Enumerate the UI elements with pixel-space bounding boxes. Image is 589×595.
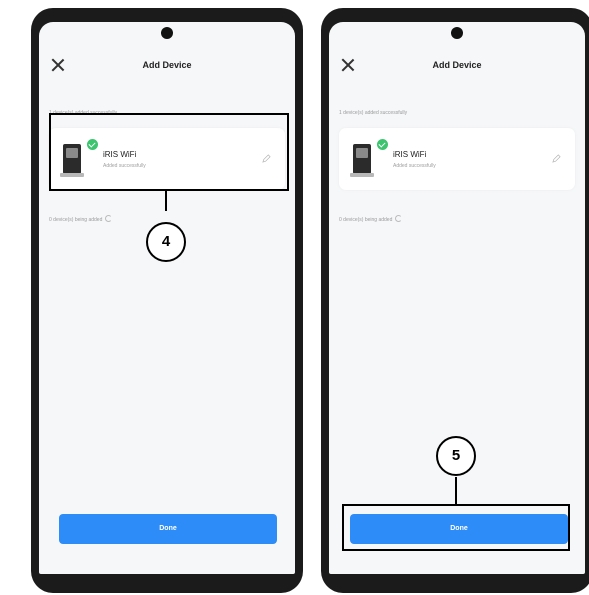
callout-connector	[455, 477, 457, 504]
adding-count-label: 0 device(s) being added	[49, 215, 113, 223]
device-status: Added successfully	[393, 163, 436, 169]
check-icon	[376, 138, 389, 151]
callout-connector	[165, 189, 167, 211]
phone-step-4: Add Device 1 device(s) added successfull…	[31, 8, 303, 593]
device-name: iRIS WiFi	[393, 150, 427, 159]
camera-cutout	[161, 27, 173, 39]
camera-cutout	[451, 27, 463, 39]
device-thumbnail	[350, 144, 374, 177]
callout-number-5: 5	[436, 436, 476, 476]
device-card[interactable]: iRIS WiFi Added successfully	[339, 128, 575, 190]
added-count-label: 1 device(s) added successfully	[339, 110, 408, 116]
spinner-icon	[105, 215, 113, 222]
adding-count-text: 0 device(s) being added	[339, 217, 393, 223]
edit-icon[interactable]	[552, 154, 561, 163]
callout-number-4: 4	[146, 222, 186, 262]
page-title: Add Device	[432, 60, 482, 70]
add-device-screen: Add Device 1 device(s) added successfull…	[39, 22, 295, 574]
callout-highlight-device-card	[49, 113, 289, 191]
adding-count-text: 0 device(s) being added	[49, 217, 103, 223]
spinner-icon	[395, 215, 403, 222]
page-title: Add Device	[142, 60, 192, 70]
add-device-screen: Add Device 1 device(s) added successfull…	[329, 22, 585, 574]
done-button[interactable]: Done	[59, 514, 277, 544]
callout-highlight-done-button	[342, 504, 570, 551]
adding-count-label: 0 device(s) being added	[339, 215, 403, 223]
